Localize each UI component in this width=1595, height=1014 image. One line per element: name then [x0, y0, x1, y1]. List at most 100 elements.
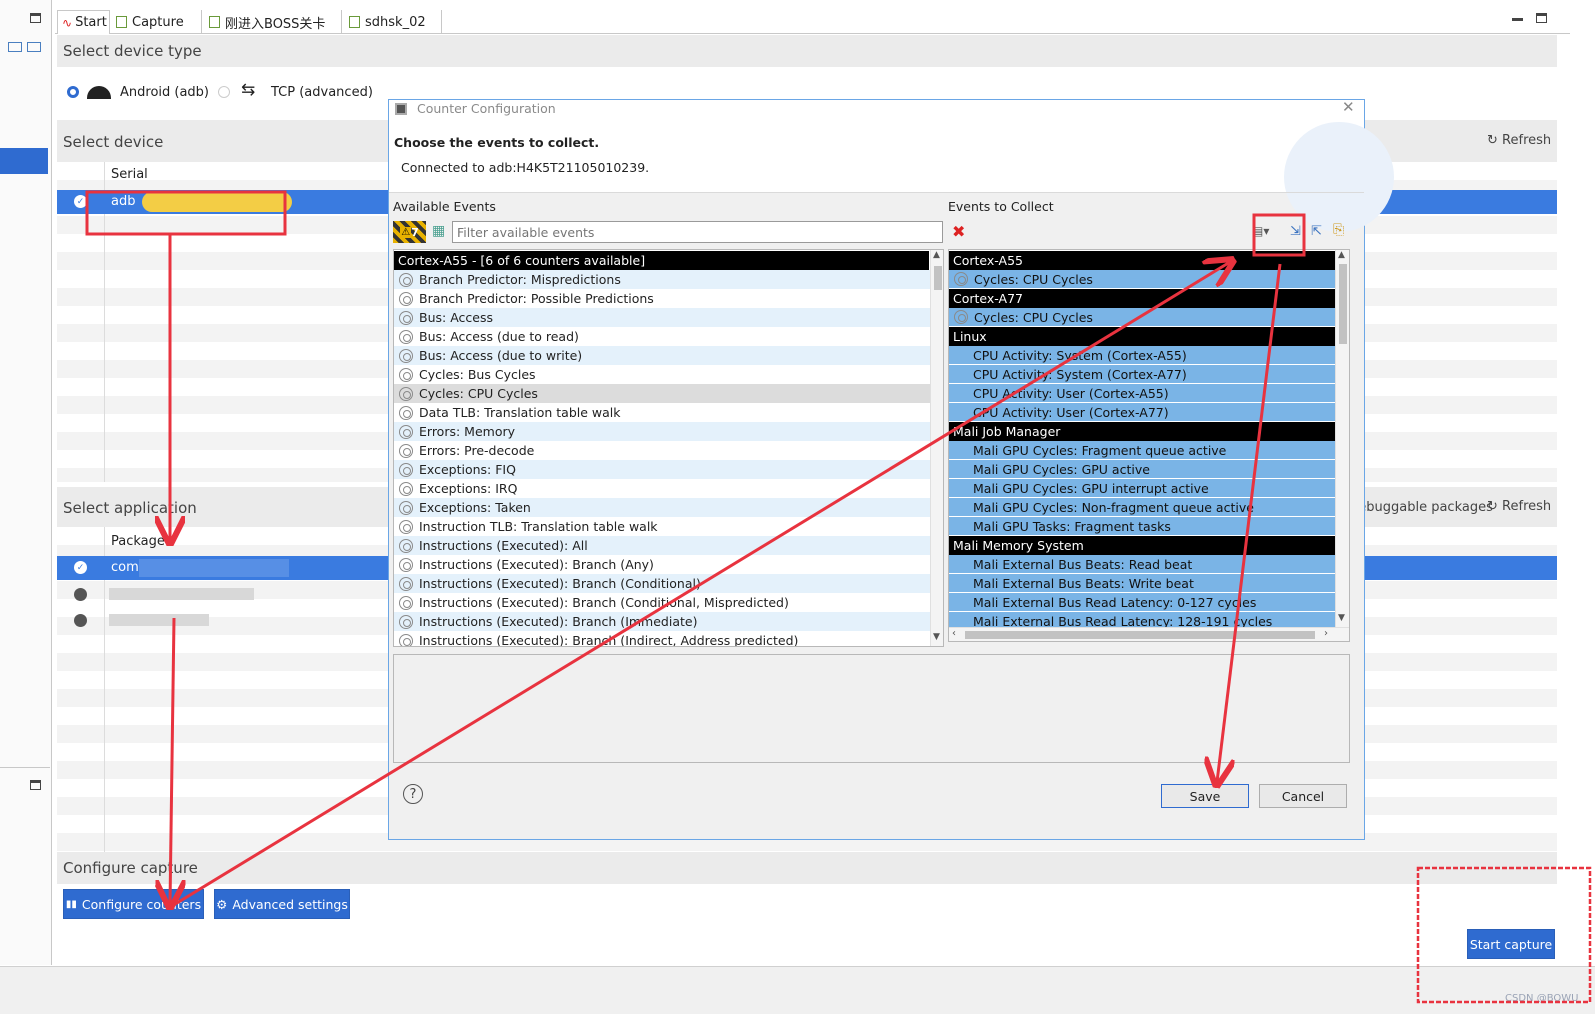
import-icon[interactable] [8, 42, 22, 52]
collect-group-header[interactable]: Cortex-A77 [949, 289, 1335, 308]
collect-vertical-scrollbar[interactable]: ▲ ▼ [1335, 250, 1349, 627]
capture-header: Configure capture [57, 852, 1557, 884]
tab-capture-sdhsk[interactable]: sdhsk_02 [345, 10, 442, 34]
available-event-item[interactable]: Instructions (Executed): Branch (Indirec… [394, 631, 930, 646]
available-event-item[interactable]: Branch Predictor: Possible Predictions [394, 289, 930, 308]
remove-icon[interactable]: ✖ [952, 222, 965, 241]
collect-group-header[interactable]: Cortex-A55 [949, 251, 1335, 270]
capture-icon [349, 16, 360, 28]
available-event-item[interactable]: Instructions (Executed): Branch (Immedia… [394, 612, 930, 631]
counter-icon [399, 519, 413, 534]
start-capture-button[interactable]: Start capture [1467, 929, 1555, 959]
banner-graphic [1284, 122, 1394, 232]
collect-event-item[interactable]: Mali GPU Cycles: GPU interrupt active [949, 479, 1335, 498]
scroll-up-icon[interactable]: ▲ [1338, 250, 1345, 260]
collect-event-item[interactable]: CPU Activity: System (Cortex-A77) [949, 365, 1335, 384]
advanced-settings-button[interactable]: ⚙ Advanced settings [214, 889, 350, 919]
filter-events-input[interactable] [452, 221, 943, 243]
device-check-icon: ✓ [74, 195, 87, 208]
available-event-item[interactable]: Errors: Pre-decode [394, 441, 930, 460]
collect-event-item[interactable]: Mali GPU Cycles: Fragment queue active [949, 441, 1335, 460]
available-event-item[interactable]: Instructions (Executed): Branch (Conditi… [394, 574, 930, 593]
available-event-item[interactable]: Branch Predictor: Mispredictions [394, 270, 930, 289]
collect-event-item[interactable]: Mali External Bus Beats: Read beat [949, 555, 1335, 574]
collect-event-item[interactable]: CPU Activity: User (Cortex-A77) [949, 403, 1335, 422]
available-event-item[interactable]: Exceptions: FIQ [394, 460, 930, 479]
available-events-label: Available Events [393, 199, 496, 214]
available-event-item[interactable]: Bus: Access (due to write) [394, 346, 930, 365]
warnings-button[interactable]: ⚠ 7 [393, 221, 426, 243]
scroll-down-icon[interactable]: ▼ [933, 632, 940, 642]
collect-event-item[interactable]: Cycles: CPU Cycles [949, 270, 1335, 289]
collect-event-item[interactable]: Mali GPU Cycles: GPU active [949, 460, 1335, 479]
save-template-icon[interactable]: ⎘ [1333, 222, 1344, 238]
export-template-icon[interactable]: ⇱ [1311, 224, 1322, 239]
tab-bar: ∿ Start Capture 刚进入BOSS关卡 sdhsk_02 [55, 10, 1570, 34]
available-event-item[interactable]: Instructions (Executed): Branch (Conditi… [394, 593, 930, 612]
scroll-up-icon[interactable]: ▲ [933, 250, 940, 260]
tcp-radio[interactable] [218, 86, 230, 98]
available-event-item[interactable]: Bus: Access [394, 308, 930, 327]
panel-restore-icon[interactable] [30, 780, 41, 790]
group-label: Mali Memory System [953, 538, 1084, 553]
application-refresh-button[interactable]: ↻ Refresh [1487, 499, 1551, 514]
configure-counters-button[interactable]: ▮▮ Configure counters [63, 889, 204, 919]
save-button[interactable]: Save [1161, 784, 1249, 808]
event-label: Mali External Bus Beats: Write beat [973, 575, 1194, 591]
available-event-item[interactable]: Cycles: CPU Cycles [394, 384, 930, 403]
available-scrollbar[interactable]: ▲ ▼ [930, 250, 943, 646]
help-icon[interactable]: ? [403, 784, 423, 804]
available-event-item[interactable]: Bus: Access (due to read) [394, 327, 930, 346]
android-label[interactable]: Android (adb) [120, 85, 209, 100]
collect-event-item[interactable]: Mali External Bus Read Latency: 0-127 cy… [949, 593, 1335, 612]
template-dropdown-icon[interactable]: ▤▾ [1252, 224, 1269, 238]
expand-all-icon[interactable]: ▦ [432, 223, 445, 239]
export-icon[interactable] [27, 42, 41, 52]
tcp-label[interactable]: TCP (advanced) [271, 85, 373, 100]
event-label: Mali GPU Cycles: Non-fragment queue acti… [973, 499, 1254, 515]
scroll-thumb[interactable] [1339, 264, 1347, 344]
collect-group-header[interactable]: Mali Memory System [949, 536, 1335, 555]
android-radio[interactable] [67, 86, 79, 98]
available-event-item[interactable]: Errors: Memory [394, 422, 930, 441]
available-group-header[interactable]: Cortex-A55 - [6 of 6 counters available] [394, 251, 929, 270]
close-icon[interactable]: ✕ [1342, 98, 1355, 116]
minimize-icon[interactable] [1512, 18, 1523, 21]
collect-event-item[interactable]: CPU Activity: System (Cortex-A55) [949, 346, 1335, 365]
scroll-thumb[interactable] [934, 266, 942, 290]
debuggable-packages-toggle[interactable]: debuggable packages [1350, 500, 1493, 515]
scroll-right-icon[interactable]: › [1324, 628, 1328, 639]
device-refresh-button[interactable]: ↻ Refresh [1487, 133, 1551, 148]
maximize-icon[interactable] [1536, 13, 1547, 23]
counter-icon [399, 310, 413, 325]
available-event-item[interactable]: Cycles: Bus Cycles [394, 365, 930, 384]
collect-event-item[interactable]: CPU Activity: User (Cortex-A55) [949, 384, 1335, 403]
cancel-button[interactable]: Cancel [1259, 784, 1347, 808]
available-event-item[interactable]: Instructions (Executed): All [394, 536, 930, 555]
available-event-item[interactable]: Exceptions: Taken [394, 498, 930, 517]
scroll-left-icon[interactable]: ‹ [952, 628, 956, 639]
collect-event-item[interactable]: Cycles: CPU Cycles [949, 308, 1335, 327]
collect-horizontal-scrollbar[interactable]: ‹ › [949, 627, 1349, 641]
scroll-down-icon[interactable]: ▼ [1338, 613, 1345, 623]
tcp-icon: ⇆ [241, 80, 256, 100]
event-label: Mali GPU Tasks: Fragment tasks [973, 518, 1171, 534]
scroll-thumb[interactable] [965, 631, 1315, 639]
collect-group-header[interactable]: Mali Job Manager [949, 422, 1335, 441]
available-event-item[interactable]: Data TLB: Translation table walk [394, 403, 930, 422]
tab-start[interactable]: ∿ Start [57, 10, 110, 34]
available-event-item[interactable]: Exceptions: IRQ [394, 479, 930, 498]
panel-maximize-icon[interactable] [30, 13, 41, 23]
event-label: Mali GPU Cycles: GPU active [973, 461, 1150, 477]
available-event-item[interactable]: Instructions (Executed): Branch (Any) [394, 555, 930, 574]
package-check-icon [74, 588, 87, 601]
import-template-icon[interactable]: ⇲ [1290, 224, 1301, 239]
collect-event-item[interactable]: Mali GPU Cycles: Non-fragment queue acti… [949, 498, 1335, 517]
collect-group-header[interactable]: Linux [949, 327, 1335, 346]
available-event-item[interactable]: Instruction TLB: Translation table walk [394, 517, 930, 536]
package-redaction [139, 559, 289, 577]
collect-event-item[interactable]: Mali External Bus Beats: Write beat [949, 574, 1335, 593]
collect-event-item[interactable]: Mali GPU Tasks: Fragment tasks [949, 517, 1335, 536]
tab-capture-boss[interactable]: 刚进入BOSS关卡 [205, 10, 342, 34]
tab-capture[interactable]: Capture [112, 10, 202, 34]
